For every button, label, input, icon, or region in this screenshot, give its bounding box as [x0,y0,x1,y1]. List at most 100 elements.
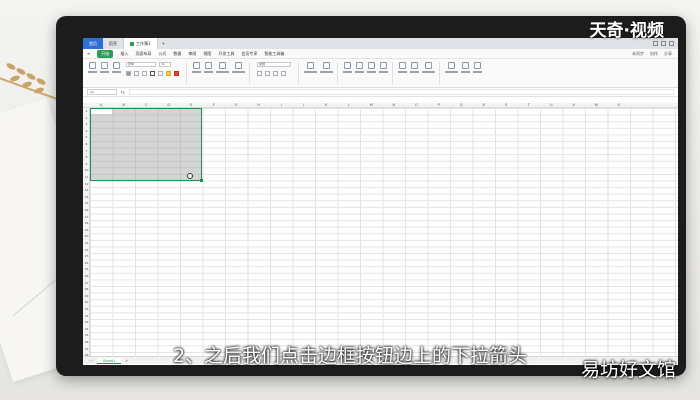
new-tab-button[interactable]: + [158,41,169,46]
row-header[interactable]: 19 [83,227,90,234]
row-header[interactable]: 14 [83,194,90,201]
row-header[interactable]: 15 [83,200,90,207]
menu-item-8[interactable]: 会员专享 [241,51,257,57]
cut-button[interactable] [99,62,109,73]
row-header[interactable]: 4 [83,128,90,135]
row-header[interactable]: 30 [83,299,90,306]
column-header[interactable]: P [428,103,451,108]
row-header[interactable]: 2 [83,115,90,122]
column-header[interactable]: L [338,103,361,108]
border-icon[interactable] [150,71,155,76]
settings-button[interactable] [472,62,482,73]
column-header[interactable]: W [585,103,608,108]
sort-button[interactable] [366,62,376,73]
row-header[interactable]: 5 [83,134,90,141]
column-header[interactable]: N [383,103,406,108]
column-header[interactable]: I [270,103,293,108]
table-style-button[interactable] [319,62,333,73]
menu-item-1[interactable]: 插入 [120,51,128,57]
column-header[interactable]: V [563,103,586,108]
row-header[interactable]: 31 [83,306,90,313]
menu-item-9[interactable]: 智能工具箱 [264,51,284,57]
cell-grid[interactable]: ABCDEFGHIJKLMNOPQRSTUVWX 1 2 3 4 5 6 7 8 9 10 11 12… [83,103,678,364]
row-header[interactable]: 16 [83,207,90,214]
row-header[interactable]: 9 [83,161,90,168]
menu-item-6[interactable]: 视图 [203,51,211,57]
formula-input[interactable] [128,89,674,95]
maximize-icon[interactable] [661,41,666,46]
align-middle-button[interactable] [203,62,213,73]
column-header[interactable]: T [518,103,541,108]
fill-color-icon[interactable] [166,71,171,76]
row-header[interactable]: 37 [83,346,90,353]
column-header[interactable]: H [248,103,271,108]
tab-workbook[interactable]: 工作簿1 [124,38,158,49]
font-size-select[interactable]: 11 [159,62,171,67]
close-icon[interactable] [669,41,674,46]
row-header[interactable]: 1 [83,108,90,115]
row-header[interactable]: 34 [83,326,90,333]
paste-button[interactable] [87,62,97,73]
column-header[interactable]: S [495,103,518,108]
row-header[interactable]: 28 [83,286,90,293]
number-format-select[interactable]: 常规 [257,62,291,67]
row-header[interactable]: 25 [83,266,90,273]
freeze-button[interactable] [444,62,458,73]
share-button[interactable]: 分享 [664,51,672,57]
menu-item-file[interactable]: ≡ [87,51,90,56]
thousands-icon[interactable] [273,71,278,76]
menu-item-0[interactable]: 开始 [97,49,114,58]
format-painter-button[interactable] [111,62,121,73]
menu-item-3[interactable]: 公式 [158,51,166,57]
minimize-icon[interactable] [653,41,658,46]
tab-docer[interactable]: 稻壳 [103,38,124,49]
currency-icon[interactable] [257,71,262,76]
row-header[interactable]: 33 [83,319,90,326]
row-header[interactable]: 29 [83,293,90,300]
active-cell[interactable] [91,109,112,114]
find-button[interactable] [460,62,470,73]
column-header[interactable]: O [405,103,428,108]
row-header[interactable]: 10 [83,167,90,174]
column-header[interactable]: G [225,103,248,108]
column-header[interactable]: K [315,103,338,108]
fx-icon[interactable]: fx [121,90,125,95]
row-header[interactable]: 8 [83,154,90,161]
row-header[interactable]: 32 [83,313,90,320]
border-dropdown-icon[interactable] [158,71,163,76]
column-header[interactable]: X [608,103,631,108]
row-header[interactable]: 17 [83,214,90,221]
row-header[interactable]: 6 [83,141,90,148]
fill-handle[interactable] [200,179,203,182]
align-top-button[interactable] [191,62,201,73]
row-header[interactable]: 23 [83,253,90,260]
row-header[interactable]: 18 [83,220,90,227]
row-header[interactable]: 26 [83,273,90,280]
row-header[interactable]: 12 [83,181,90,188]
collaborate-button[interactable]: 协作 [650,51,658,57]
bold-icon[interactable] [126,71,131,76]
menu-item-2[interactable]: 页面布局 [135,51,151,57]
conditional-format-button[interactable] [303,62,317,73]
font-name-select[interactable]: 宋体 [126,62,156,67]
sync-status[interactable]: 未同步 [632,51,644,57]
column-header[interactable]: J [293,103,316,108]
column-header[interactable]: U [540,103,563,108]
row-header[interactable]: 24 [83,260,90,267]
merge-center-button[interactable] [215,62,229,73]
column-header[interactable]: F [203,103,226,108]
menu-item-7[interactable]: 开发工具 [218,51,234,57]
fill-button[interactable] [378,62,388,73]
font-color-icon[interactable] [174,71,179,76]
percent-icon[interactable] [265,71,270,76]
decimal-icon[interactable] [281,71,286,76]
sum-button[interactable] [342,62,352,73]
row-header[interactable]: 27 [83,280,90,287]
italic-icon[interactable] [134,71,139,76]
worksheet-button[interactable] [421,62,435,73]
tab-home[interactable]: 首页 [83,38,103,49]
filter-button[interactable] [354,62,364,73]
row-header[interactable]: 22 [83,247,90,254]
wrap-text-button[interactable] [231,62,245,73]
row-header[interactable]: 3 [83,121,90,128]
